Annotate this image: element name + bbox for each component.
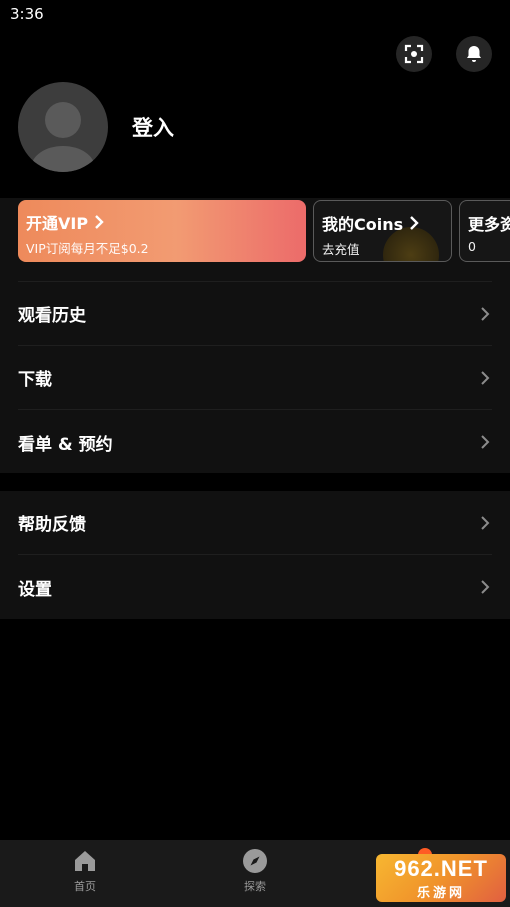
scan-icon xyxy=(404,44,424,64)
compass-icon xyxy=(243,849,267,873)
chevron-right-icon xyxy=(481,515,490,530)
menu-item-downloads[interactable]: 下载 xyxy=(18,346,492,410)
login-label[interactable]: 登入 xyxy=(132,112,174,142)
menu-label: 设置 xyxy=(18,579,52,600)
status-time: 3:36 xyxy=(10,5,44,23)
menu-item-watch-history[interactable]: 观看历史 xyxy=(18,282,492,346)
menu-item-help-feedback[interactable]: 帮助反馈 xyxy=(18,491,492,555)
watermark-top: 962.NET xyxy=(394,855,488,881)
coins-subtitle: 去充值 xyxy=(322,242,360,257)
promo-cards: 开通VIP VIP订阅每月不足$0.2 我的Coins 去充值 更多资 0 xyxy=(18,200,510,262)
chevron-right-icon xyxy=(481,306,490,321)
avatar[interactable] xyxy=(18,82,108,172)
menu-item-settings[interactable]: 设置 xyxy=(18,555,492,619)
chevron-right-icon xyxy=(410,216,419,230)
bell-icon xyxy=(467,46,481,62)
more-subtitle: 0 xyxy=(468,239,476,254)
watermark-logo: 962.NET 乐游网 xyxy=(376,854,506,902)
coins-card[interactable]: 我的Coins 去充值 xyxy=(313,200,452,262)
more-title: 更多资 xyxy=(468,215,510,234)
vip-title: 开通VIP xyxy=(26,210,298,234)
chevron-right-icon xyxy=(481,580,490,594)
watermark-bottom: 乐游网 xyxy=(416,885,465,901)
menu-label: 帮助反馈 xyxy=(18,515,86,535)
nav-label: 探索 xyxy=(244,880,266,893)
nav-item-home[interactable]: 首页 xyxy=(0,840,170,907)
vip-card[interactable]: 开通VIP VIP订阅每月不足$0.2 xyxy=(18,200,306,262)
profile-row[interactable]: 登入 xyxy=(18,82,174,172)
status-bar: 3:36 xyxy=(0,0,510,30)
chevron-right-icon xyxy=(481,370,490,385)
default-avatar-icon xyxy=(31,102,95,172)
menu-label: 观看历史 xyxy=(18,306,86,326)
nav-item-explore[interactable]: 探索 xyxy=(170,840,340,907)
menu-label: 下载 xyxy=(18,370,52,390)
more-card[interactable]: 更多资 0 xyxy=(459,200,510,262)
scan-button[interactable] xyxy=(396,36,432,72)
header-actions xyxy=(396,36,492,72)
chevron-right-icon xyxy=(95,215,104,229)
vip-subtitle: VIP订阅每月不足$0.2 xyxy=(26,241,149,256)
nav-label: 首页 xyxy=(74,880,96,893)
notification-button[interactable] xyxy=(456,36,492,72)
menu-item-watchlist[interactable]: 看单 & 预约 xyxy=(18,410,492,474)
coins-title: 我的Coins xyxy=(322,211,443,235)
chevron-right-icon xyxy=(481,435,490,449)
menu-label: 看单 & 预约 xyxy=(18,434,113,455)
home-icon xyxy=(75,851,95,871)
